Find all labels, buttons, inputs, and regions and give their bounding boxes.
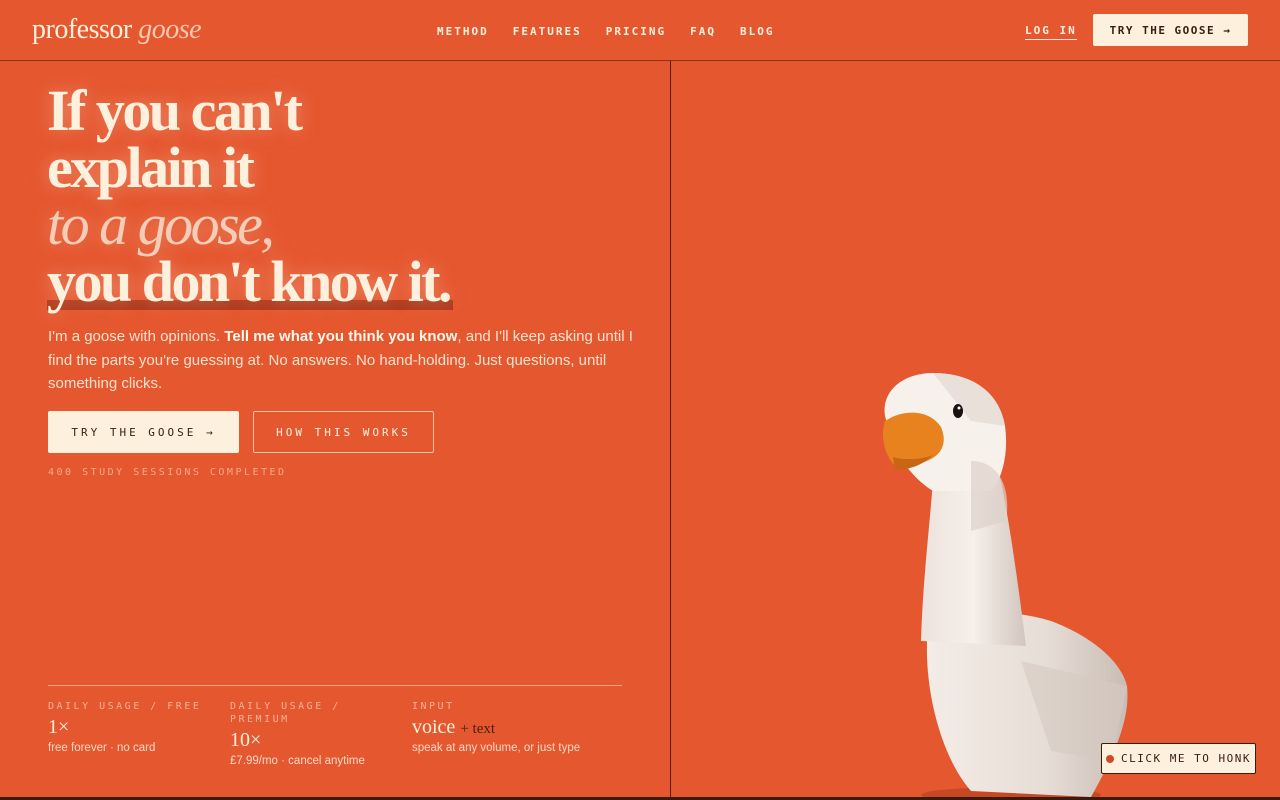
- honk-dot-icon: [1106, 754, 1115, 763]
- stat-premium: DAILY USAGE / PREMIUM 10× £7.99/mo · can…: [230, 700, 390, 768]
- brand-name: professor: [32, 14, 132, 45]
- intro-text-start: I'm a goose with opinions.: [48, 328, 225, 345]
- nav-faq[interactable]: FAQ: [690, 25, 716, 38]
- stat-note: free forever · no card: [48, 742, 156, 754]
- hero-headline: If you can't explain it to a goose, you …: [47, 78, 453, 311]
- stat-value: 1×: [48, 716, 70, 738]
- stats-divider: [48, 685, 622, 686]
- try-goose-button[interactable]: TRY THE GOOSE →: [48, 411, 239, 453]
- stat-note: speak at any volume, or just type: [412, 742, 581, 754]
- headline-line-1: If you can't: [47, 78, 303, 143]
- stat-value: 10×: [230, 729, 262, 751]
- stat-label: DAILY USAGE / FREE: [48, 701, 202, 712]
- honk-button[interactable]: CLICK ME TO HONK: [1101, 743, 1256, 774]
- stat-value: voice + text: [412, 716, 496, 738]
- header-try-button[interactable]: TRY THE GOOSE →: [1093, 14, 1248, 46]
- hero-intro: I'm a goose with opinions. Tell me what …: [48, 325, 638, 396]
- headline-line-2: explain it: [47, 135, 255, 200]
- goose-icon[interactable]: [671, 61, 1280, 797]
- stat-free: DAILY USAGE / FREE 1× free forever · no …: [48, 700, 218, 755]
- headline-line-4: you don't know it.: [47, 253, 453, 311]
- sessions-counter: 400 STUDY SESSIONS COMPLETED: [48, 467, 287, 478]
- nav-features[interactable]: FEATURES: [513, 25, 582, 38]
- nav-blog[interactable]: BLOG: [740, 25, 775, 38]
- nav-pricing[interactable]: PRICING: [606, 25, 666, 38]
- brand-name-italic: goose: [138, 14, 202, 45]
- goose-illustration[interactable]: [671, 61, 1280, 797]
- how-this-works-button[interactable]: HOW THIS WORKS: [253, 411, 434, 453]
- stat-input: INPUT voice + text speak at any volume, …: [412, 700, 582, 755]
- site-header: professor goose METHOD FEATURES PRICING …: [0, 0, 1280, 61]
- intro-text-bold: Tell me what you think you know: [224, 328, 458, 345]
- honk-label: CLICK ME TO HONK: [1121, 752, 1251, 765]
- nav-method[interactable]: METHOD: [437, 25, 489, 38]
- stat-label: INPUT: [412, 701, 455, 712]
- headline-line-3: to a goose,: [47, 192, 275, 257]
- stat-label: DAILY USAGE / PREMIUM: [230, 701, 341, 725]
- login-link[interactable]: LOG IN: [1025, 24, 1077, 40]
- stat-note: £7.99/mo · cancel anytime: [230, 755, 365, 767]
- main-nav: METHOD FEATURES PRICING FAQ BLOG: [437, 25, 774, 38]
- brand-logo[interactable]: professor goose: [32, 14, 202, 46]
